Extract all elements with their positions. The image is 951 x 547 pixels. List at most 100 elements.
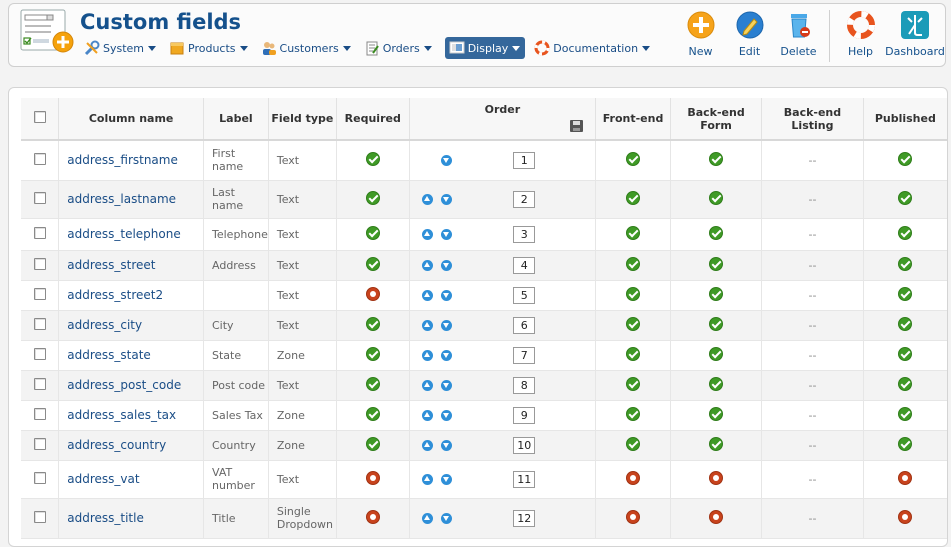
published-header[interactable]: Published bbox=[863, 98, 947, 141]
required-check-icon[interactable] bbox=[365, 256, 380, 271]
backend-form-check-icon[interactable] bbox=[709, 151, 724, 166]
backend-form-check-icon[interactable] bbox=[709, 256, 724, 271]
frontend-check-icon[interactable] bbox=[626, 286, 641, 301]
backend-form-check-icon[interactable] bbox=[709, 436, 724, 451]
row-checkbox[interactable] bbox=[33, 287, 46, 300]
column-name-link[interactable]: address_vat bbox=[58, 460, 204, 499]
delete-button[interactable]: Delete bbox=[774, 10, 823, 64]
row-checkbox[interactable] bbox=[33, 377, 46, 390]
backend-form-check-icon[interactable] bbox=[709, 225, 724, 240]
menu-documentation[interactable]: Documentation bbox=[534, 37, 654, 59]
frontend-check-icon[interactable] bbox=[626, 225, 641, 240]
column-name-link[interactable]: address_post_code bbox=[58, 370, 204, 401]
required-cross-icon[interactable] bbox=[365, 509, 380, 524]
column-name-link[interactable]: address_country bbox=[58, 430, 204, 461]
move-down-icon[interactable] bbox=[440, 379, 452, 391]
column-name-link[interactable]: address_city bbox=[58, 310, 204, 341]
frontend-check-icon[interactable] bbox=[626, 346, 641, 361]
required-check-icon[interactable] bbox=[365, 376, 380, 391]
move-up-icon[interactable] bbox=[421, 259, 433, 271]
column-name-link[interactable]: address_street2 bbox=[58, 280, 204, 311]
order-input[interactable]: 2 bbox=[513, 190, 536, 208]
move-down-icon[interactable] bbox=[440, 349, 452, 361]
column-name-link[interactable]: address_title bbox=[58, 498, 204, 539]
move-down-icon[interactable] bbox=[440, 319, 452, 331]
move-up-icon[interactable] bbox=[421, 319, 433, 331]
row-checkbox[interactable] bbox=[33, 226, 46, 239]
backend-form-check-icon[interactable] bbox=[709, 346, 724, 361]
published-cross-icon[interactable] bbox=[898, 470, 913, 485]
backend-form-check-icon[interactable] bbox=[709, 190, 724, 205]
field-type-header[interactable]: Field type bbox=[268, 98, 337, 141]
required-check-icon[interactable] bbox=[365, 151, 380, 166]
column-name-link[interactable]: address_lastname bbox=[58, 180, 204, 219]
frontend-check-icon[interactable] bbox=[626, 436, 641, 451]
column-name-link[interactable]: address_street bbox=[58, 250, 204, 281]
order-input[interactable]: 3 bbox=[513, 225, 536, 243]
required-check-icon[interactable] bbox=[365, 225, 380, 240]
column-name-header[interactable]: Column name bbox=[58, 98, 204, 141]
move-up-icon[interactable] bbox=[421, 409, 433, 421]
published-check-icon[interactable] bbox=[898, 346, 913, 361]
order-input[interactable]: 7 bbox=[513, 346, 536, 364]
move-down-icon[interactable] bbox=[440, 409, 452, 421]
backend-form-check-icon[interactable] bbox=[709, 316, 724, 331]
required-check-icon[interactable] bbox=[365, 406, 380, 421]
published-check-icon[interactable] bbox=[898, 151, 913, 166]
menu-products[interactable]: Products bbox=[169, 37, 252, 59]
row-checkbox[interactable] bbox=[33, 257, 46, 270]
row-checkbox[interactable] bbox=[33, 152, 46, 165]
published-check-icon[interactable] bbox=[898, 376, 913, 391]
order-input[interactable]: 12 bbox=[513, 509, 536, 527]
order-input[interactable]: 11 bbox=[513, 470, 536, 488]
order-input[interactable]: 9 bbox=[513, 406, 536, 424]
backend-form-cross-icon[interactable] bbox=[709, 509, 724, 524]
new-button[interactable]: New bbox=[676, 10, 725, 64]
order-input[interactable]: 1 bbox=[513, 151, 536, 169]
move-up-icon[interactable] bbox=[421, 289, 433, 301]
published-check-icon[interactable] bbox=[898, 256, 913, 271]
frontend-check-icon[interactable] bbox=[626, 190, 641, 205]
label-header[interactable]: Label bbox=[203, 98, 269, 141]
move-up-icon[interactable] bbox=[421, 379, 433, 391]
menu-display[interactable]: Display bbox=[444, 37, 526, 59]
frontend-header[interactable]: Front-end bbox=[595, 98, 671, 141]
frontend-check-icon[interactable] bbox=[626, 316, 641, 331]
move-down-icon[interactable] bbox=[440, 154, 452, 166]
move-down-icon[interactable] bbox=[440, 439, 452, 451]
row-checkbox[interactable] bbox=[33, 437, 46, 450]
save-order-icon[interactable] bbox=[570, 120, 584, 132]
column-name-link[interactable]: address_sales_tax bbox=[58, 400, 204, 431]
required-check-icon[interactable] bbox=[365, 316, 380, 331]
backend-form-check-icon[interactable] bbox=[709, 286, 724, 301]
row-checkbox[interactable] bbox=[33, 317, 46, 330]
move-down-icon[interactable] bbox=[440, 289, 452, 301]
frontend-check-icon[interactable] bbox=[626, 406, 641, 421]
order-header[interactable]: Order bbox=[409, 98, 597, 141]
required-check-icon[interactable] bbox=[365, 346, 380, 361]
move-up-icon[interactable] bbox=[421, 193, 433, 205]
row-checkbox[interactable] bbox=[33, 191, 46, 204]
frontend-check-icon[interactable] bbox=[626, 376, 641, 391]
published-check-icon[interactable] bbox=[898, 316, 913, 331]
move-down-icon[interactable] bbox=[440, 512, 452, 524]
backend-listing-header[interactable]: Back-end Listing bbox=[761, 98, 864, 141]
row-checkbox[interactable] bbox=[33, 471, 46, 484]
required-header[interactable]: Required bbox=[336, 98, 410, 141]
move-up-icon[interactable] bbox=[421, 439, 433, 451]
order-input[interactable]: 4 bbox=[513, 256, 536, 274]
move-up-icon[interactable] bbox=[421, 473, 433, 485]
move-up-icon[interactable] bbox=[421, 228, 433, 240]
published-check-icon[interactable] bbox=[898, 286, 913, 301]
frontend-cross-icon[interactable] bbox=[626, 509, 641, 524]
row-checkbox[interactable] bbox=[33, 510, 46, 523]
move-down-icon[interactable] bbox=[440, 193, 452, 205]
required-cross-icon[interactable] bbox=[365, 286, 380, 301]
menu-system[interactable]: System bbox=[84, 37, 160, 59]
menu-orders[interactable]: Orders bbox=[364, 37, 436, 59]
order-input[interactable]: 6 bbox=[513, 316, 536, 334]
backend-form-check-icon[interactable] bbox=[709, 376, 724, 391]
menu-customers[interactable]: Customers bbox=[261, 37, 355, 59]
row-checkbox[interactable] bbox=[33, 407, 46, 420]
dashboard-button[interactable]: Dashboard bbox=[885, 10, 945, 64]
